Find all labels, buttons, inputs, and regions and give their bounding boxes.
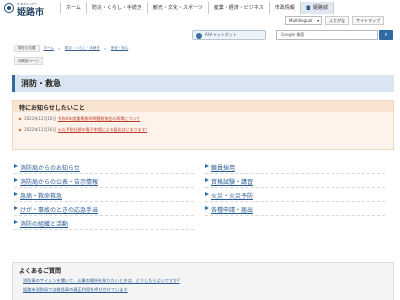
breadcrumb-life[interactable]: 防災・くらし・手続き (63, 46, 102, 51)
sitemap-link[interactable]: サイトマップ (352, 16, 385, 25)
faq-title: よくあるご質問 (19, 268, 62, 275)
link-emergency[interactable]: 急病・救命救急 (20, 191, 62, 200)
print-button[interactable]: 印刷用ページ (14, 57, 43, 65)
triangle-right-icon (14, 164, 18, 168)
list-item[interactable]: けが・事故のときの応急手当 (14, 202, 194, 216)
nav-castle-label: 姫路城 (312, 5, 328, 11)
himeji-logo[interactable]: HIMEJI CITY 姫路市 (4, 1, 54, 18)
triangle-right-icon (14, 206, 18, 210)
notice-title: 特にお知らせしたいこと (19, 105, 85, 112)
nav-life[interactable]: 防災・くらし・手続き (85, 2, 147, 14)
list-item[interactable]: 消防局からの公表・告示情報 (14, 174, 194, 188)
nav-tourism[interactable]: 観光・文化・スポーツ (146, 2, 208, 14)
faq-item[interactable]: 姫路市消防局では救急車の適正利用を呼びかけています (23, 287, 128, 293)
list-item[interactable]: 急病・救命救急 (14, 188, 194, 202)
link-first-aid[interactable]: けが・事故のときの応急手当 (20, 205, 98, 214)
breadcrumb: 現在の位置 ホーム > 防災・くらし・手続き > 安全・安心 (14, 45, 130, 52)
notice-date: 2022年11月16日 (24, 127, 57, 132)
breadcrumb-safety[interactable]: 安全・安心 (109, 46, 131, 51)
utility-links: Multilingual ふりがな サイトマップ (285, 16, 385, 25)
link-applications[interactable]: 各種申請・届出 (211, 205, 253, 214)
notice-item: ▶ 2022年12月16日 令和4年度重篤救命問題勉強会の再掲について (19, 116, 140, 122)
nav-city-info[interactable]: 市政情報 (268, 2, 300, 14)
link-public-notices[interactable]: 消防局からの公表・告示情報 (20, 177, 98, 186)
arrow-right-icon: ▶ (19, 116, 23, 121)
arrow-right-icon: ▶ (19, 127, 23, 132)
city-emblem-icon (4, 3, 14, 13)
search-row: AIチャットボット Google 検索 ⌕ (0, 30, 400, 42)
breadcrumb-home[interactable]: ホーム (42, 46, 56, 51)
ai-chatbot-button[interactable]: AIチャットボット (192, 30, 266, 40)
notice-item: ▶ 2022年11月16日 火災予防分野の電子申請による届出はじまります! (19, 127, 147, 133)
triangle-right-icon (205, 192, 209, 196)
search-icon: ⌕ (384, 31, 388, 38)
site-header: HIMEJI CITY 姫路市 ホーム 防災・くらし・手続き 観光・文化・スポー… (0, 0, 400, 18)
breadcrumb-current-label: 現在の位置 (14, 45, 40, 52)
search-input[interactable]: Google 検索 (276, 30, 378, 40)
triangle-right-icon (205, 178, 209, 182)
list-item[interactable]: 消防局からのお知らせ (14, 160, 194, 174)
list-item[interactable]: 火災・火災予防 (205, 188, 385, 202)
link-recruitment[interactable]: 職員採用 (211, 163, 235, 172)
nav-business[interactable]: 産業・経済・ビジネス (207, 2, 269, 14)
furigana-link[interactable]: ふりがな (325, 16, 350, 25)
nav-himeji-castle[interactable]: 姫路城 (299, 2, 334, 14)
list-item[interactable]: 消防の組織と活動 (14, 216, 194, 230)
global-nav: ホーム 防災・くらし・手続き 観光・文化・スポーツ 産業・経済・ビジネス 市政情… (60, 2, 334, 14)
list-item[interactable]: 職員採用 (205, 160, 385, 174)
language-select[interactable]: Multilingual (285, 16, 323, 25)
link-organization[interactable]: 消防の組織と活動 (20, 219, 68, 228)
notice-header: 特にお知らせしたいこと (13, 101, 393, 112)
nav-home[interactable]: ホーム (60, 2, 86, 14)
notice-date: 2022年12月16日 (24, 116, 57, 121)
link-qualifications[interactable]: 資格試験・講習 (211, 177, 253, 186)
page-title-bar: 消防・救急 (12, 75, 394, 92)
faq-item[interactable]: 消防車のサイレンを聞いて、火事の場所を知りたいときは、どうしたらよいですか? (23, 278, 180, 284)
page-title: 消防・救急 (21, 79, 61, 88)
breadcrumb-separator: > (103, 46, 107, 51)
important-notice-box: 特にお知らせしたいこと ▶ 2022年12月16日 令和4年度重篤救命問題勉強会の… (12, 100, 394, 150)
notice-link[interactable]: 火災予防分野の電子申請による届出はじまります! (58, 127, 147, 132)
faq-box: よくあるご質問 消防車のサイレンを聞いて、火事の場所を知りたいときは、どうしたら… (12, 262, 394, 300)
link-fire-news[interactable]: 消防局からのお知らせ (20, 163, 80, 172)
triangle-right-icon (14, 192, 18, 196)
breadcrumb-separator: > (57, 46, 61, 51)
list-item[interactable]: 各種申請・届出 (205, 202, 385, 216)
notice-link[interactable]: 令和4年度重篤救命問題勉強会の再掲について (58, 116, 140, 121)
triangle-right-icon (205, 164, 209, 168)
list-item[interactable]: 資格試験・講習 (205, 174, 385, 188)
ai-chatbot-label: AIチャットボット (205, 32, 237, 37)
castle-icon (305, 5, 311, 10)
category-links-right: 職員採用 資格試験・講習 火災・火災予防 各種申請・届出 (205, 160, 385, 216)
category-links-left: 消防局からのお知らせ 消防局からの公表・告示情報 急病・救命救急 けが・事故のと… (14, 160, 194, 230)
search-button[interactable]: ⌕ (379, 30, 393, 40)
triangle-right-icon (14, 220, 18, 224)
link-fire-prevention[interactable]: 火災・火災予防 (211, 191, 253, 200)
triangle-right-icon (205, 206, 209, 210)
logo-text: 姫路市 (17, 8, 45, 18)
triangle-right-icon (14, 178, 18, 182)
chatbot-icon (196, 32, 202, 39)
